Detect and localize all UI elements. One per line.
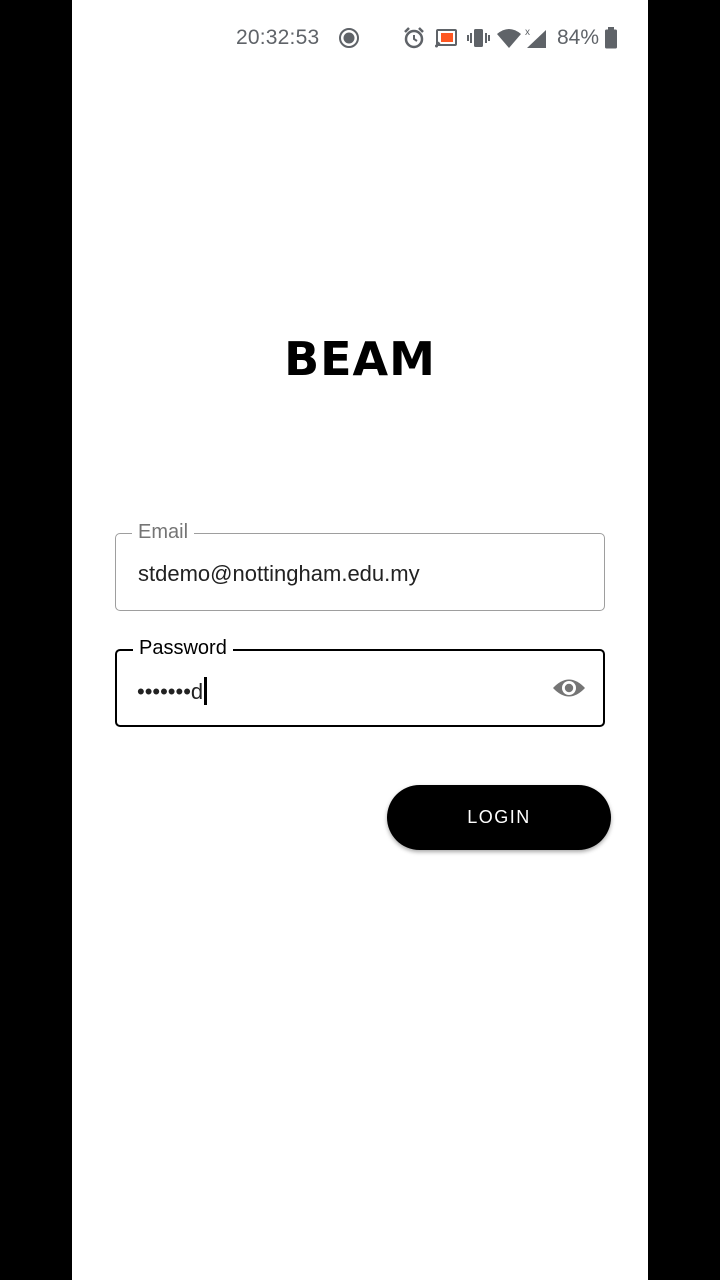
password-value: •••••••d	[137, 677, 207, 705]
email-field[interactable]: Email stdemo@nottingham.edu.my	[115, 520, 605, 611]
cast-icon	[435, 29, 457, 48]
signal-icon: x	[525, 27, 546, 48]
password-masked-text: •••••••d	[137, 679, 204, 704]
battery-icon	[605, 27, 617, 49]
status-time: 20:32:53	[236, 26, 320, 49]
password-field[interactable]: Password •••••••d	[115, 636, 605, 727]
login-button-label: LOGIN	[467, 807, 531, 827]
battery-percent: 84%	[557, 26, 600, 49]
alarm-icon	[404, 27, 424, 49]
password-label: Password	[133, 636, 233, 660]
text-caret	[204, 677, 207, 705]
eye-icon[interactable]	[551, 673, 587, 703]
status-bar: 20:32:53 x 84%	[72, 0, 648, 78]
app-logo: BEAM	[284, 332, 436, 386]
svg-text:x: x	[525, 27, 530, 38]
record-icon	[339, 28, 359, 48]
vibrate-icon	[467, 29, 490, 47]
email-value: stdemo@nottingham.edu.my	[138, 561, 420, 586]
login-button[interactable]: LOGIN	[387, 785, 611, 850]
app-screen: 20:32:53 x 84% BEAM Email stdemo@notting…	[72, 0, 648, 1280]
wifi-icon	[497, 29, 521, 48]
email-label: Email	[132, 520, 195, 544]
